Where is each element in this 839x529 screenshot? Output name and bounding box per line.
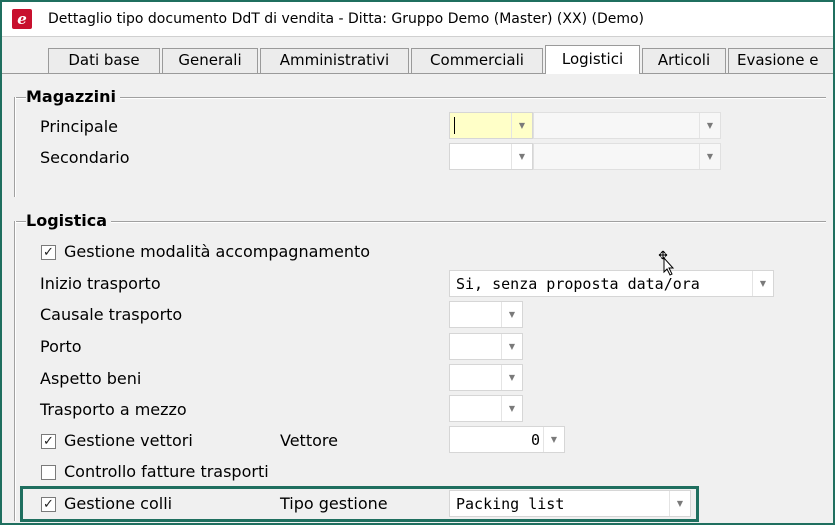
magazzini-group-title: Magazzini: [26, 87, 120, 106]
text-caret: [454, 117, 455, 134]
controllo-fatture-checkbox[interactable]: [41, 465, 56, 480]
tab-evasione[interactable]: Evasione e: [728, 48, 833, 73]
tab-generali[interactable]: Generali: [162, 48, 258, 73]
principale-label: Principale: [40, 117, 119, 136]
vettore-select[interactable]: 0 ▼: [449, 426, 565, 453]
porto-label: Porto: [40, 337, 82, 356]
chevron-down-icon[interactable]: ▼: [752, 271, 773, 296]
gestione-accompagnamento-label: Gestione modalità accompagnamento: [64, 242, 371, 261]
dialog-window: e Dettaglio tipo documento DdT di vendit…: [0, 0, 835, 525]
secondario-select[interactable]: ▼: [449, 143, 533, 170]
aspetto-beni-label: Aspetto beni: [40, 369, 142, 388]
chevron-down-icon[interactable]: ▼: [501, 396, 522, 421]
vettore-label: Vettore: [280, 431, 338, 450]
inizio-trasporto-label: Inizio trasporto: [40, 274, 161, 293]
secondario-description-select: ▼: [533, 143, 721, 170]
chevron-down-icon: ▼: [699, 144, 720, 169]
principale-description-select: ▼: [533, 112, 721, 139]
tab-amministrativi[interactable]: Amministrativi: [260, 48, 409, 73]
principale-select[interactable]: ▼: [449, 112, 533, 139]
highlight-box: [20, 486, 699, 522]
causale-trasporto-label: Causale trasporto: [40, 305, 183, 324]
tab-commerciali[interactable]: Commerciali: [411, 48, 543, 73]
chevron-down-icon[interactable]: ▼: [543, 427, 564, 452]
tab-logistici[interactable]: Logistici: [545, 45, 640, 74]
gestione-accompagnamento-checkbox[interactable]: ✓: [41, 245, 56, 260]
porto-select[interactable]: ▼: [449, 333, 523, 360]
chevron-down-icon[interactable]: ▼: [501, 365, 522, 390]
aspetto-beni-select[interactable]: ▼: [449, 364, 523, 391]
chevron-down-icon[interactable]: ▼: [501, 302, 522, 327]
gestione-vettori-label: Gestione vettori: [64, 431, 193, 450]
vettore-value: 0: [530, 431, 540, 449]
logistica-group-left-border: [14, 221, 16, 521]
magazzini-group-left-border: [14, 97, 16, 197]
trasporto-a-mezzo-select[interactable]: ▼: [449, 395, 523, 422]
magazzini-group-border: [14, 97, 826, 99]
inizio-trasporto-value: Si, senza proposta data/ora: [456, 275, 700, 293]
tab-dati-base[interactable]: Dati base: [48, 48, 160, 73]
tab-articoli[interactable]: Articoli: [642, 48, 726, 73]
chevron-down-icon[interactable]: ▼: [511, 113, 532, 138]
window-title: Dettaglio tipo documento DdT di vendita …: [48, 11, 644, 27]
secondario-label: Secondario: [40, 148, 130, 167]
chevron-down-icon[interactable]: ▼: [511, 144, 532, 169]
logistica-group-title: Logistica: [26, 211, 112, 230]
title-bar: e Dettaglio tipo documento DdT di vendit…: [2, 2, 833, 37]
tab-strip: Dati base Generali Amministrativi Commer…: [2, 45, 833, 74]
trasporto-a-mezzo-label: Trasporto a mezzo: [40, 400, 187, 419]
move-cursor-icon: [658, 250, 675, 276]
inizio-trasporto-select[interactable]: Si, senza proposta data/ora ▼: [449, 270, 774, 297]
logistica-group-border: [14, 221, 826, 223]
gestione-vettori-checkbox[interactable]: ✓: [41, 434, 56, 449]
causale-trasporto-select[interactable]: ▼: [449, 301, 523, 328]
controllo-fatture-label: Controllo fatture trasporti: [64, 462, 269, 481]
app-logo-icon: e: [12, 9, 32, 29]
chevron-down-icon[interactable]: ▼: [501, 334, 522, 359]
chevron-down-icon: ▼: [699, 113, 720, 138]
